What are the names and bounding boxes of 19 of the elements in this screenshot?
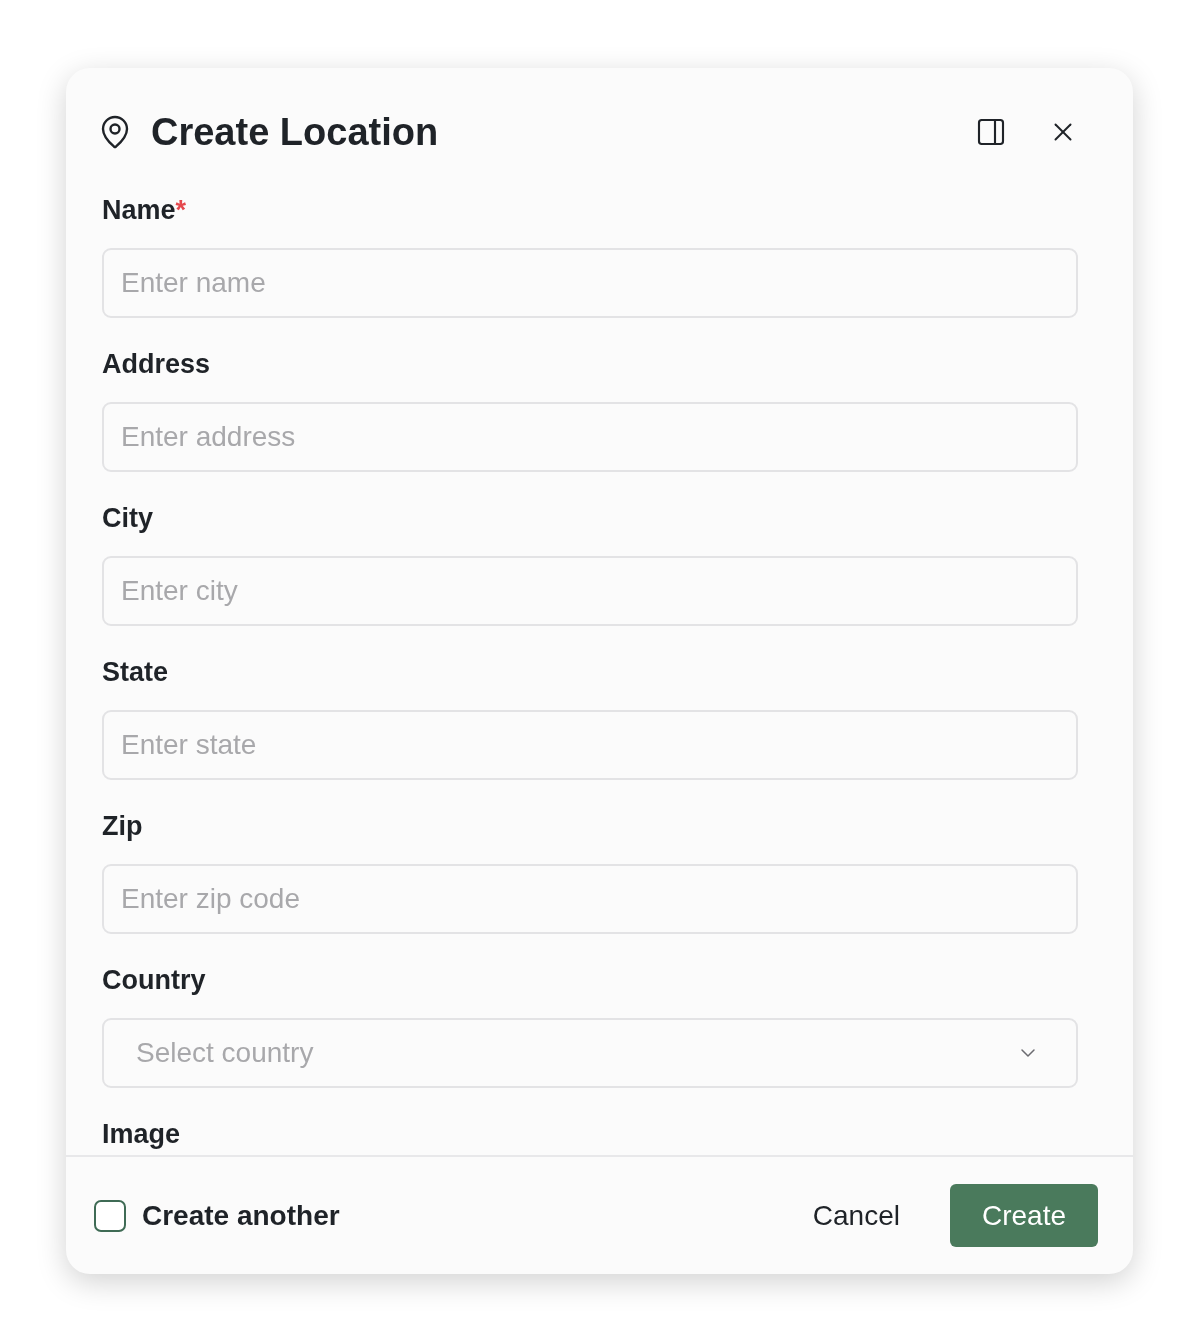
text-input[interactable]: Enter city xyxy=(102,556,1078,626)
cancel-button[interactable]: Cancel xyxy=(798,1184,914,1247)
dialog-title: Create Location xyxy=(151,110,439,155)
field-label: Name* xyxy=(102,194,187,226)
text-input[interactable]: Enter address xyxy=(102,402,1078,472)
text-input[interactable]: Enter state xyxy=(102,710,1078,780)
create-button[interactable]: Create xyxy=(949,1184,1098,1247)
field-label: State xyxy=(102,656,169,688)
field-label: City xyxy=(102,502,153,534)
create-another-label: Create another xyxy=(142,1198,340,1233)
field-label: Image xyxy=(102,1118,181,1150)
text-input[interactable]: Enter name xyxy=(102,248,1078,318)
field-label: Zip xyxy=(102,810,143,842)
field-label: Address xyxy=(102,348,211,380)
panel-icon xyxy=(975,116,1007,148)
side-panel-button[interactable] xyxy=(975,116,1007,148)
text-input[interactable]: Enter zip code xyxy=(102,864,1078,934)
field-label: Country xyxy=(102,964,206,996)
checkbox[interactable] xyxy=(94,1199,126,1232)
